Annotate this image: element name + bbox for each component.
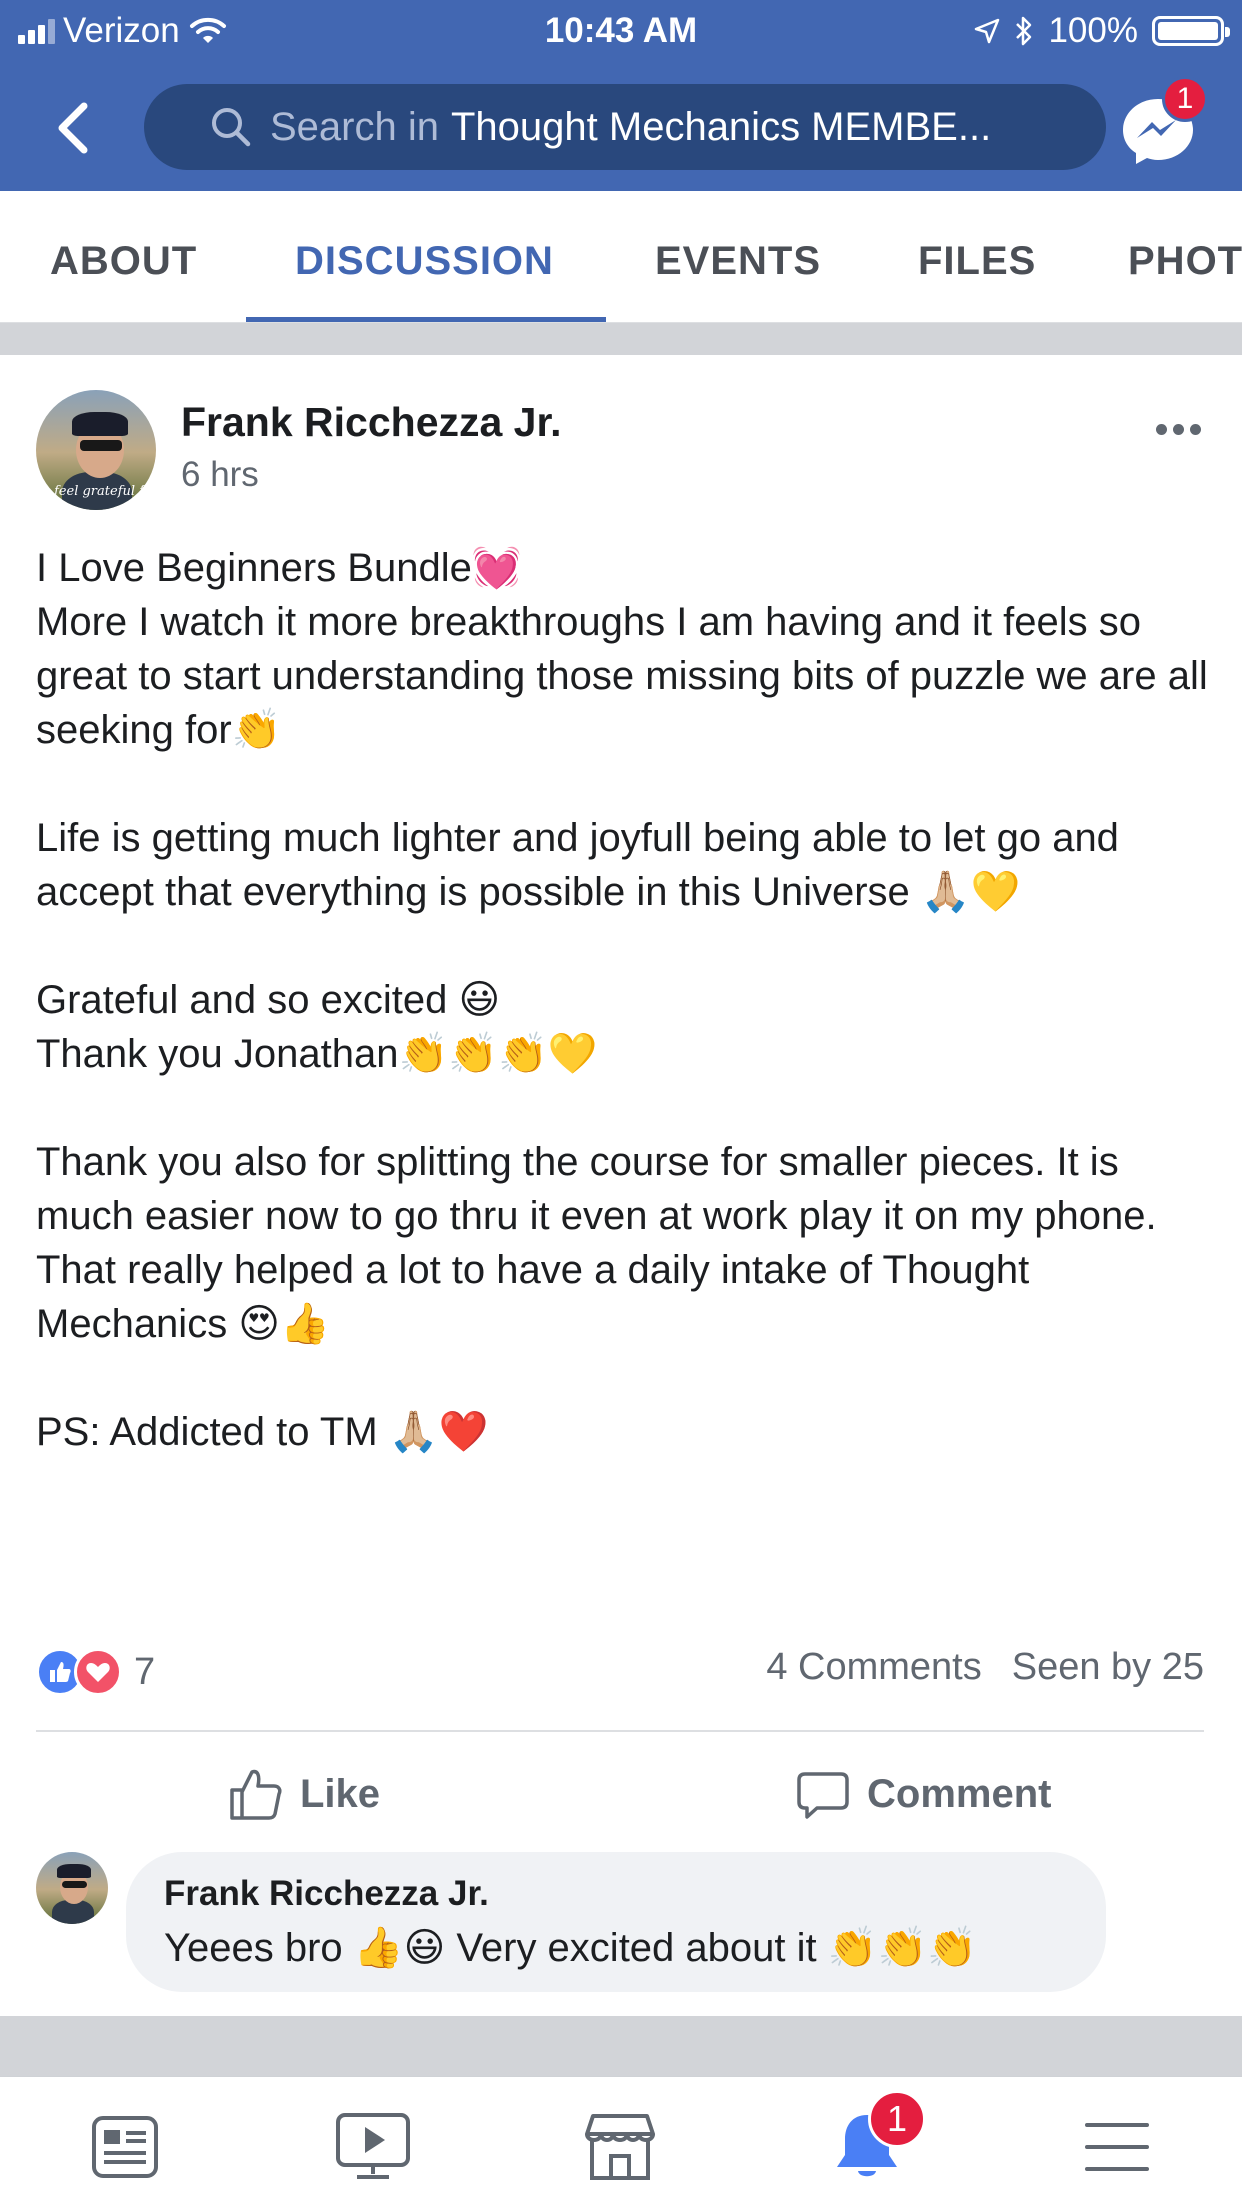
tab-files[interactable]: FILES [918, 239, 1036, 284]
avatar-sunglasses [62, 1881, 87, 1888]
comment-bubble[interactable]: Frank Ricchezza Jr. Yeees bro 👍😃 Very ex… [126, 1852, 1106, 1992]
menu-icon[interactable] [1072, 2107, 1162, 2187]
battery-icon [1152, 16, 1230, 46]
post-line: I Love Beginners Bundle💓 [36, 546, 522, 590]
more-options-icon[interactable] [1156, 424, 1201, 435]
post-line: Thank you Jonathan👏👏👏💛 [36, 1032, 598, 1076]
comment-author[interactable]: Frank Ricchezza Jr. [164, 1874, 1106, 1914]
like-label: Like [300, 1771, 381, 1816]
avatar-cap [57, 1864, 91, 1878]
post-line: Thank you also for splitting the course … [36, 1140, 1157, 1238]
thumbs-up-icon [230, 1769, 282, 1820]
seen-by-count[interactable]: Seen by 25 [1012, 1646, 1204, 1689]
comments-count[interactable]: 4 Comments [766, 1646, 981, 1689]
bluetooth-icon [1016, 16, 1032, 46]
avatar-cap [72, 412, 128, 436]
feed-separator [0, 2016, 1242, 2076]
actions-divider [36, 1730, 1204, 1732]
post-line: PS: Addicted to TM 🙏🏼❤️ [36, 1410, 489, 1454]
post-author-name[interactable]: Frank Ricchezza Jr. [181, 399, 562, 446]
reaction-count: 7 [134, 1650, 156, 1693]
love-reaction-icon [74, 1648, 122, 1696]
battery-percent: 100% [1048, 11, 1138, 50]
section-divider [0, 323, 1242, 355]
post-line: Life is getting much lighter and joyfull… [36, 816, 1131, 914]
app-header: Verizon 10:43 AM 100% Search in Thought … [0, 0, 1242, 191]
status-bar: Verizon 10:43 AM 100% [0, 0, 1242, 62]
group-tabs: ABOUT DISCUSSION EVENTS FILES PHOT [0, 191, 1242, 323]
status-right: 100% [974, 11, 1230, 51]
search-group-name: Thought Mechanics MEMBE... [450, 104, 992, 149]
post-body: I Love Beginners Bundle💓 More I watch it… [36, 541, 1216, 1459]
like-button[interactable]: Like [228, 1762, 380, 1826]
tab-discussion[interactable]: DISCUSSION [295, 239, 554, 284]
commenter-avatar[interactable] [36, 1852, 108, 1924]
location-icon [975, 18, 1000, 44]
news-feed-icon[interactable] [80, 2107, 170, 2187]
search-input[interactable]: Search in Thought Mechanics MEMBE... [144, 84, 1106, 170]
comment-button[interactable]: Comment [795, 1762, 1051, 1826]
comment-bubble-icon [797, 1772, 849, 1819]
bottom-tab-bar [0, 2076, 1242, 2208]
post-line: That really helped a lot to have a daily… [36, 1248, 1041, 1346]
reactions-summary[interactable]: 7 [36, 1648, 155, 1696]
messenger-badge: 1 [1162, 76, 1208, 122]
back-arrow-icon[interactable] [48, 98, 98, 158]
post-line: More I watch it more breakthroughs I am … [36, 600, 1219, 752]
post-line: Grateful and so excited 😃 [36, 978, 501, 1022]
search-placeholder: Search in [270, 104, 439, 149]
comment-text: Yeees bro 👍😃 Very excited about it 👏👏👏 [164, 1926, 978, 1970]
watch-icon[interactable] [328, 2107, 418, 2187]
marketplace-icon[interactable] [575, 2107, 665, 2187]
post-author-avatar[interactable]: feel grateful feel [36, 390, 156, 510]
tab-events[interactable]: EVENTS [655, 239, 821, 284]
avatar-sunglasses [80, 440, 122, 451]
tab-about[interactable]: ABOUT [50, 239, 197, 284]
search-icon [212, 108, 251, 147]
comment-label: Comment [867, 1771, 1052, 1816]
post-timestamp[interactable]: 6 hrs [181, 455, 259, 495]
post-stats: 4 Comments Seen by 25 [766, 1646, 1204, 1689]
notifications-badge: 1 [868, 2090, 926, 2148]
tab-photos[interactable]: PHOT [1128, 239, 1242, 284]
avatar-signature: feel grateful feel [54, 484, 156, 499]
